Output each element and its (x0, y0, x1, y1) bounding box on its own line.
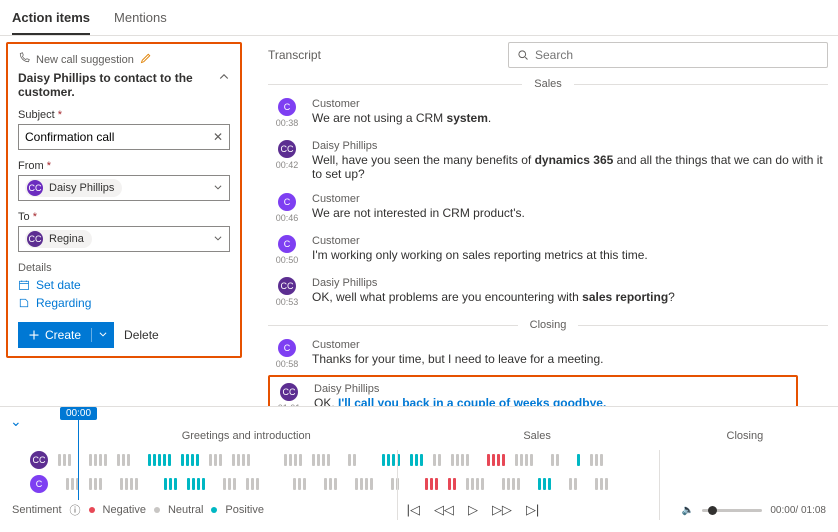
speaker-name: Dasiy Phillips (312, 277, 824, 289)
avatar: CC (27, 231, 43, 247)
suggestion-label: New call suggestion (36, 54, 134, 66)
avatar: C (30, 475, 48, 493)
regarding-link[interactable]: Regarding (18, 296, 230, 310)
from-field[interactable]: CCDaisy Phillips (18, 175, 230, 201)
create-split-chevron[interactable] (91, 328, 114, 342)
timestamp: 00:53 (276, 297, 299, 307)
collapse-timeline-icon[interactable]: ⌄ (10, 413, 22, 429)
avatar: CC (30, 451, 48, 469)
transcript-row[interactable]: C 00:50 CustomerI'm working only working o… (268, 229, 828, 271)
tab-action-items[interactable]: Action items (12, 6, 90, 35)
search-box[interactable] (508, 42, 828, 68)
avatar: CC (27, 180, 43, 196)
speaker-name: Customer (312, 235, 824, 247)
transcript-row[interactable]: CC01:01Daisy PhillipsOK, I'll call you b… (268, 375, 798, 406)
utterance-text: Well, have you seen the many benefits of… (312, 153, 824, 181)
chevron-down-icon[interactable] (213, 181, 223, 195)
transcript-row[interactable]: C 00:38 CustomerWe are not using a CRM sys… (268, 92, 828, 134)
create-button[interactable]: Create (18, 322, 114, 348)
set-date-link[interactable]: Set date (18, 278, 230, 292)
delete-button[interactable]: Delete (124, 328, 159, 342)
utterance-text: I'm working only working on sales report… (312, 248, 824, 262)
time-elapsed: 00:00/ 01:08 (770, 505, 826, 516)
timeline-panel: ⌄ 00:00 Greetings and introduction Sales… (0, 406, 838, 498)
skip-start-icon[interactable]: |◁ (407, 502, 420, 518)
sentiment-legend: Sentiment ⓘ Negative Neutral Positive (12, 502, 264, 518)
segment-label: Greetings and introduction (80, 430, 412, 442)
avatar: C (278, 193, 296, 211)
action-item-card: New call suggestion Daisy Phillips to co… (6, 42, 242, 358)
utterance-text: We are not interested in CRM product's. (312, 206, 824, 220)
avatar: C (278, 339, 296, 357)
speaker-track-agent: CC (10, 448, 828, 472)
volume-slider[interactable] (702, 509, 762, 512)
edit-icon[interactable] (140, 52, 152, 67)
transcript-row[interactable]: CC 00:42 Daisy PhillipsWell, have you seen… (268, 134, 828, 187)
subject-label: Subject * (18, 109, 230, 121)
timestamp: 00:42 (276, 160, 299, 170)
info-icon[interactable]: ⓘ (70, 502, 81, 518)
avatar: CC (280, 383, 298, 401)
utterance-text: We are not using a CRM system. (312, 111, 824, 125)
search-input[interactable] (535, 48, 819, 62)
phone-icon (18, 52, 30, 67)
transcript-title: Transcript (268, 48, 321, 62)
tabs-bar: Action items Mentions (0, 0, 838, 36)
tab-mentions[interactable]: Mentions (114, 6, 167, 35)
timestamp: 00:58 (276, 359, 299, 369)
utterance-text: Thanks for your time, but I need to leav… (312, 352, 824, 366)
speaker-name: Customer (312, 193, 824, 205)
rewind-icon[interactable]: ◁◁ (434, 502, 454, 518)
timestamp: 00:50 (276, 255, 299, 265)
speaker-track-customer: C (10, 472, 828, 496)
search-icon (517, 49, 529, 61)
playhead[interactable]: 00:00 (60, 407, 97, 500)
subject-input[interactable] (25, 130, 213, 144)
play-icon[interactable]: ▷ (468, 502, 478, 518)
from-label: From * (18, 160, 230, 172)
speaker-name: Daisy Phillips (314, 383, 792, 395)
volume-icon[interactable]: 🔈 (682, 505, 694, 516)
chevron-down-icon[interactable] (213, 232, 223, 246)
subject-field[interactable]: ✕ (18, 124, 230, 150)
transcript-row[interactable]: C 00:58 CustomerThanks for your time, but … (268, 333, 828, 375)
segment-label: Closing (662, 430, 828, 442)
utterance-text: OK, I'll call you back in a couple of we… (314, 396, 792, 406)
transcript-list: SalesC00:38CustomerWe are not using a CR… (268, 72, 828, 406)
playback-controls: |◁ ◁◁ ▷ ▷▷ ▷| (407, 502, 540, 518)
clear-icon[interactable]: ✕ (213, 130, 223, 144)
speaker-name: Customer (312, 98, 824, 110)
forward-icon[interactable]: ▷▷ (492, 502, 512, 518)
to-label: To * (18, 211, 230, 223)
to-field[interactable]: CCRegina (18, 226, 230, 252)
timestamp: 00:38 (276, 118, 299, 128)
speaker-name: Daisy Phillips (312, 140, 824, 152)
speaker-name: Customer (312, 339, 824, 351)
skip-end-icon[interactable]: ▷| (526, 502, 539, 518)
details-label: Details (18, 262, 230, 274)
segment-label: Sales (412, 430, 661, 442)
avatar: C (278, 98, 296, 116)
timestamp: 00:46 (276, 213, 299, 223)
transcript-row[interactable]: C 00:46 CustomerWe are not interested in C… (268, 187, 828, 229)
utterance-text: OK, well what problems are you encounter… (312, 290, 824, 304)
avatar: CC (278, 277, 296, 295)
collapse-icon[interactable] (218, 71, 230, 86)
transcript-row[interactable]: CC 00:53 Dasiy PhillipsOK, well what probl… (268, 271, 828, 313)
action-title: Daisy Phillips to contact to the custome… (18, 71, 208, 99)
avatar: CC (278, 140, 296, 158)
avatar: C (278, 235, 296, 253)
